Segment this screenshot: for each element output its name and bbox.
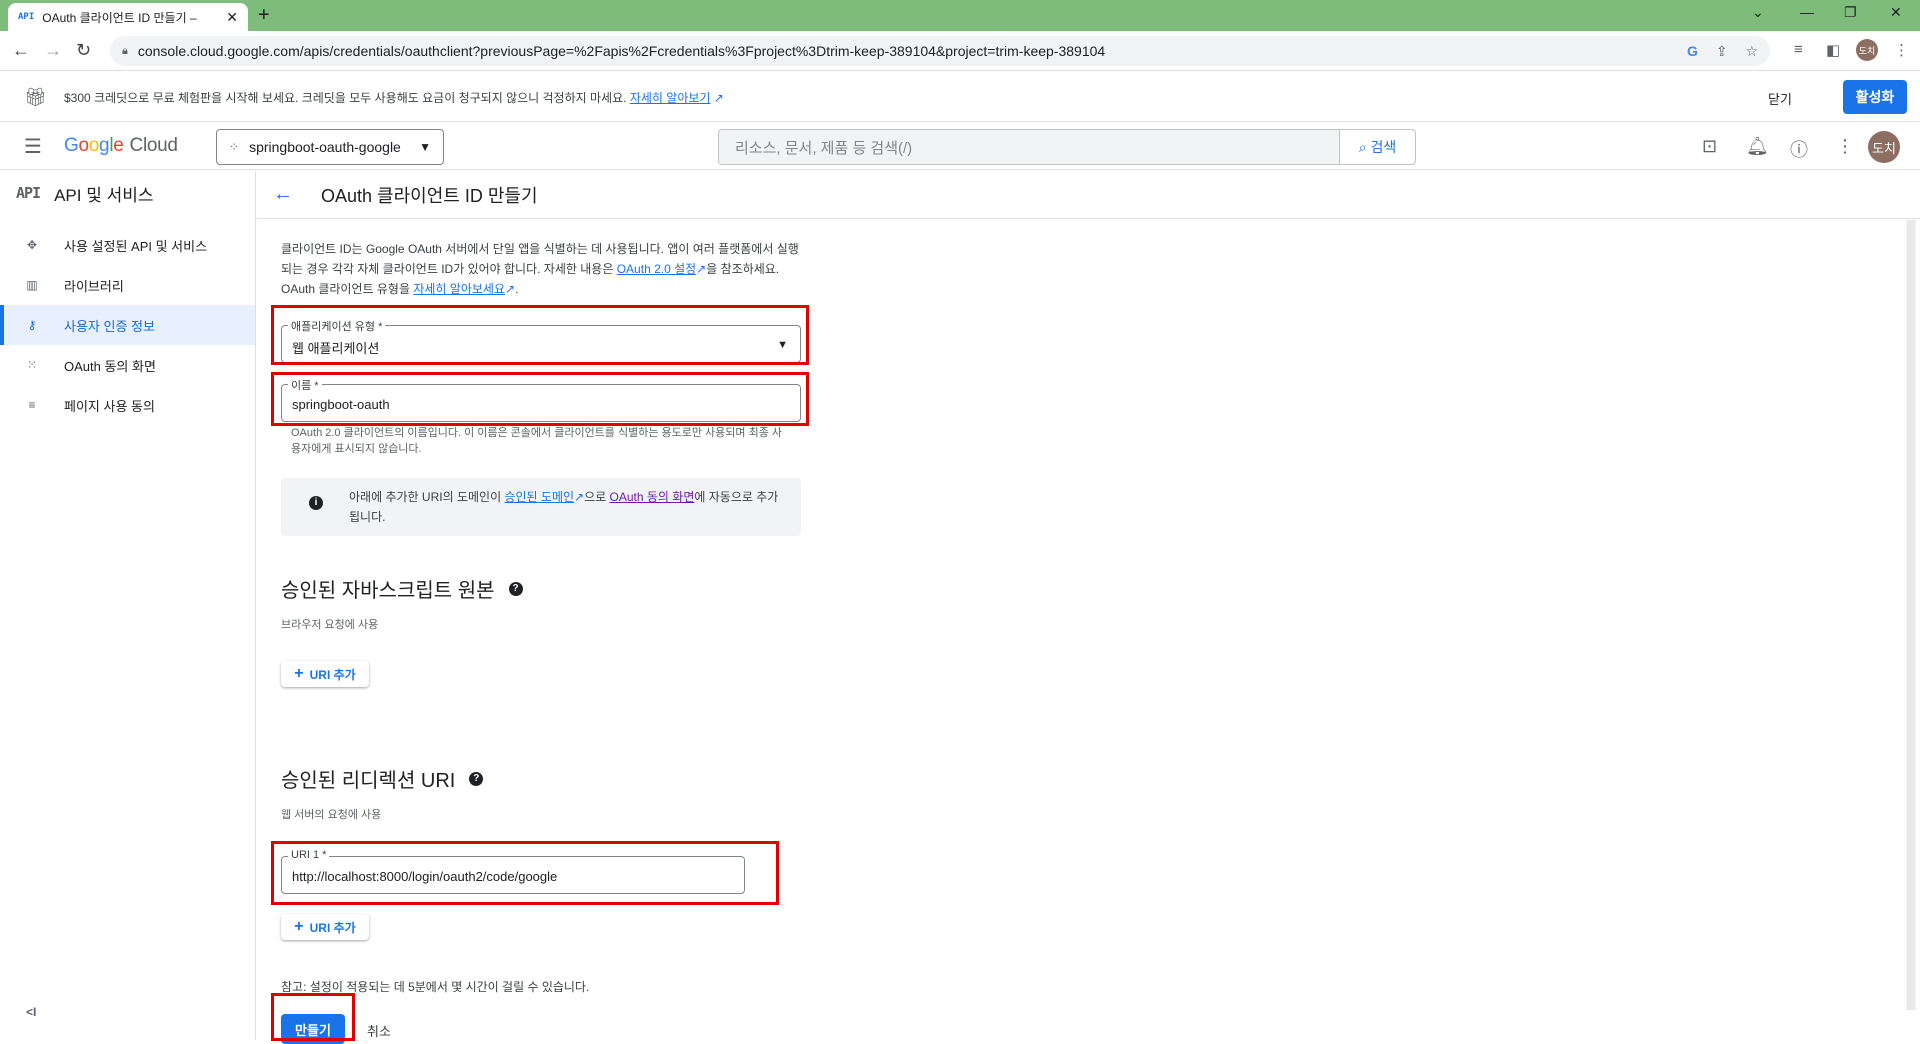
add-js-origin-uri-button[interactable]: + URI 추가 [281,661,369,687]
back-nav-icon[interactable]: ← [12,40,30,61]
close-tab-icon[interactable]: ✕ [226,9,238,26]
activate-button[interactable]: 활성화 [1843,80,1907,114]
new-tab-icon[interactable]: + [258,4,270,27]
sidebar-title: API API 및 서비스 [16,184,154,205]
notifications-icon[interactable]: 🔔︎ [1746,136,1769,157]
tab-title: OAuth 클라이언트 ID 만들기 – [42,10,197,25]
page-header: ← OAuth 클라이언트 ID 만들기 [257,171,1920,219]
consent-screen-icon: ⁙ [26,358,38,372]
library-icon: ▥ [26,278,38,292]
redirect-uris-subtitle: 웹 서버의 요청에 사용 [281,809,382,821]
browser-tabstrip: API OAuth 클라이언트 ID 만들기 – ✕ + ⌄ — ❐ ✕ [0,0,1920,31]
avatar[interactable]: 도치 [1868,131,1900,163]
external-link-icon: ↗ [696,262,707,276]
project-selector[interactable]: ⁘ springboot-oauth-google ▼ [216,129,444,165]
close-window-icon[interactable]: ✕ [1890,4,1902,21]
project-name: springboot-oauth-google [249,139,401,155]
promo-message: $300 크레딧으로 무료 체험판을 시작해 보세요. 크레딧을 모두 사용해도… [64,91,627,105]
main-menu-icon[interactable]: ☰ [24,134,42,159]
search-icon: ⌕ [1358,138,1367,155]
key-icon: ⚷ [27,318,37,332]
tab-search-icon[interactable]: ⌄ [1752,4,1764,21]
share-icon[interactable]: ⇪ [1716,43,1728,59]
promo-close-button[interactable]: 닫기 [1768,89,1792,108]
browser-tab[interactable]: API OAuth 클라이언트 ID 만들기 – ✕ [8,3,248,31]
google-lens-icon[interactable]: G [1687,43,1698,59]
gift-icon: 🎁︎ [24,87,47,107]
cloud-shell-icon[interactable]: ⊡ [1702,136,1717,157]
highlight-name [271,372,809,426]
cancel-button[interactable]: 취소 [367,1021,391,1040]
info-box: i 아래에 추가한 URI의 도메인이 승인된 도메인↗으로 OAuth 동의 … [281,478,801,536]
page-scrollbar[interactable] [1906,220,1916,1010]
search-button[interactable]: ⌕ 검색 [1339,130,1415,164]
help-icon[interactable]: ? [469,771,484,786]
trial-promo-banner: 🎁︎ $300 크레딧으로 무료 체험판을 시작해 보세요. 크레딧을 모두 사… [0,72,1920,122]
api-icon: API [16,184,41,202]
highlight-app-type [271,305,809,365]
intro-block: 클라이언트 ID는 Google OAuth 서버에서 단일 앱을 식별하는 데… [281,239,801,299]
redirect-uris-title: 승인된 리디렉션 URI ? [281,764,484,793]
page-title: OAuth 클라이언트 ID 만들기 [321,185,538,206]
browser-profile-avatar[interactable]: 도치 [1856,39,1878,61]
sidebar-item-credentials[interactable]: ⚷ 사용자 인증 정보 [0,305,255,345]
learn-more-link[interactable]: 자세히 알아보세요 [413,282,505,296]
sidebar-item-oauth-consent[interactable]: ⁙ OAuth 동의 화면 [0,345,255,385]
browser-menu-icon[interactable]: ⋮ [1894,41,1909,59]
address-bar[interactable]: 🔒︎ console.cloud.google.com/apis/credent… [110,36,1770,66]
search-input[interactable]: 리소스, 문서, 제품 등 검색(/) [719,137,1339,158]
lock-icon: 🔒︎ [122,44,128,57]
sidebar-item-enabled-apis[interactable]: ✥ 사용 설정된 API 및 서비스 [0,225,255,265]
google-cloud-logo[interactable]: Google Cloud [64,135,178,157]
page-usage-icon: ≡ [28,398,36,412]
project-icon: ⁘ [229,140,240,154]
restore-icon[interactable]: ❐ [1844,4,1857,21]
info-icon: i [309,496,323,510]
authorized-domains-link[interactable]: 승인된 도메인 [504,490,574,504]
oauth-consent-link[interactable]: OAuth 동의 화면 [610,490,695,504]
help-icon[interactable]: ? [508,581,523,596]
promo-learn-more-link[interactable]: 자세히 알아보기 [630,91,711,105]
name-hint: OAuth 2.0 클라이언트의 이름입니다. 이 이름은 콘솔에서 클라이언트… [291,427,783,455]
chevron-down-icon: ▼ [419,140,431,154]
sidebar-item-library[interactable]: ▥ 라이브러리 [0,265,255,305]
minimize-icon[interactable]: — [1800,4,1814,20]
reload-icon[interactable]: ↻ [76,40,91,61]
external-link-icon: ↗ [505,282,516,296]
console-header: ☰ Google Cloud ⁘ springboot-oauth-google … [0,122,1920,170]
api-favicon-icon: API [18,12,35,22]
add-redirect-uri-button[interactable]: + URI 추가 [281,914,369,940]
reading-list-icon[interactable]: ≡ [1794,41,1803,58]
main-content: ← OAuth 클라이언트 ID 만들기 클라이언트 ID는 Google OA… [257,171,1920,1044]
highlight-create [271,993,355,1041]
oauth-setup-link[interactable]: OAuth 2.0 설정 [617,262,696,276]
plus-icon: + [294,665,304,682]
help-icon[interactable]: ⓘ [1790,136,1808,162]
highlight-uri1 [271,841,779,905]
forward-nav-icon[interactable]: → [44,40,62,61]
side-panel-icon[interactable]: ◧ [1826,41,1840,59]
external-link-icon: ↗ [574,490,585,504]
enabled-apis-icon: ✥ [26,238,38,252]
js-origins-subtitle: 브라우저 요청에 사용 [281,619,379,631]
sidebar: API API 및 서비스 ✥ 사용 설정된 API 및 서비스 ▥ 라이브러리… [0,171,256,1040]
browser-toolbar: ← → ↻ 🔒︎ console.cloud.google.com/apis/c… [0,31,1920,71]
bookmark-star-icon[interactable]: ☆ [1745,43,1758,59]
intro-text: 클라이언트 ID는 Google OAuth 서버에서 단일 앱을 식별하는 데… [281,242,799,296]
external-link-icon: ↗ [710,91,724,105]
url-text: console.cloud.google.com/apis/credential… [137,43,1106,59]
plus-icon: + [294,918,304,935]
back-arrow-icon[interactable]: ← [273,183,297,206]
more-options-icon[interactable]: ⋮ [1836,136,1854,157]
console-search[interactable]: 리소스, 문서, 제품 등 검색(/) ⌕ 검색 [718,129,1416,165]
sidebar-item-page-usage[interactable]: ≡ 페이지 사용 동의 [0,385,255,425]
js-origins-title: 승인된 자바스크립트 원본 ? [281,574,523,603]
collapse-sidebar-icon[interactable]: <I [26,1005,36,1019]
